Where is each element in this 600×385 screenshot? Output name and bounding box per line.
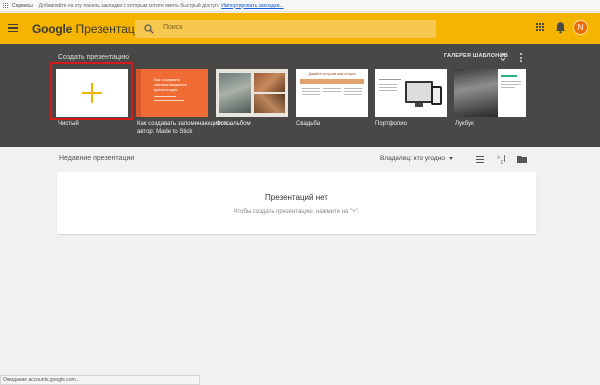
lookbook-photo (454, 69, 498, 117)
list-view-icon[interactable] (476, 156, 484, 163)
template-preview-title: Давайте устроим вам отпуск! (308, 72, 356, 76)
search-input[interactable]: Поиск (163, 24, 182, 31)
template-label-blank: Чистый (58, 121, 79, 127)
template-tile-lookbook[interactable] (454, 69, 526, 117)
sort-az-icon[interactable]: A Z (497, 154, 506, 164)
import-bookmarks-link[interactable]: Импортировать закладки... (221, 3, 283, 9)
search-icon[interactable] (144, 24, 154, 34)
app-brand[interactable]: Google Презентации (32, 22, 148, 36)
template-label-photo-album: Фотоальбом (216, 121, 251, 127)
bookmarks-hint: Добавляйте на эту панель закладки с кото… (38, 2, 220, 9)
svg-text:Z: Z (501, 160, 504, 165)
photo-image (254, 94, 285, 113)
search-box[interactable]: Поиск (135, 20, 436, 38)
brand-google: Google (32, 22, 73, 36)
apps-shortcut-icon[interactable] (3, 2, 9, 9)
menu-icon[interactable] (8, 24, 18, 32)
template-tile-made-to-stick[interactable]: Как создавать запоминающиеся презентации (136, 69, 208, 117)
template-label-wedding: Свадьба (296, 121, 321, 127)
photo-image (219, 73, 251, 113)
photo-image (254, 73, 285, 92)
phone-image (431, 86, 442, 105)
browser-status-bar: Ожидание accounts.google.com... (0, 375, 200, 385)
create-presentation-heading: Создать презентацию (58, 54, 130, 61)
empty-state-card: Презентаций нет Чтобы создать презентаци… (57, 172, 536, 234)
template-author: автор: Made to Stick (137, 129, 193, 135)
template-tile-portfolio[interactable] (375, 69, 447, 117)
empty-state-hint: Чтобы создать презентацию, нажмите на "+… (233, 209, 360, 215)
more-options-icon[interactable] (520, 53, 523, 62)
dropdown-caret-icon (448, 156, 453, 160)
template-tile-photo-album[interactable] (216, 69, 288, 117)
recent-presentations-heading: Недавние презентации (59, 155, 135, 162)
template-tile-wedding[interactable]: Давайте устроим вам отпуск! (296, 69, 368, 117)
owner-filter-dropdown[interactable]: Владелец: кто угодно (380, 155, 453, 162)
template-label-lookbook: Лукбук (455, 121, 474, 127)
monitor-image (405, 81, 433, 103)
template-preview-title: Как создавать запоминающиеся презентации (154, 77, 187, 92)
template-label-portfolio: Портфолио (375, 121, 407, 127)
selection-highlight (50, 62, 133, 120)
template-gallery-button[interactable]: ГАЛЕРЕЯ ШАБЛОНОВ (444, 53, 508, 59)
bookmarks-bar: Сервисы Добавляйте на эту панель закладк… (0, 0, 600, 12)
app-header: Google Презентации Поиск N (0, 13, 600, 44)
google-apps-icon[interactable] (536, 23, 545, 32)
expand-collapse-icon[interactable] (500, 52, 506, 62)
account-avatar[interactable]: N (573, 20, 588, 35)
owner-filter-label: Владелец: кто угодно (380, 155, 445, 162)
notifications-icon[interactable] (555, 21, 566, 34)
empty-state-title: Презентаций нет (265, 193, 328, 202)
folder-icon[interactable] (517, 155, 527, 163)
services-link[interactable]: Сервисы (12, 3, 33, 9)
